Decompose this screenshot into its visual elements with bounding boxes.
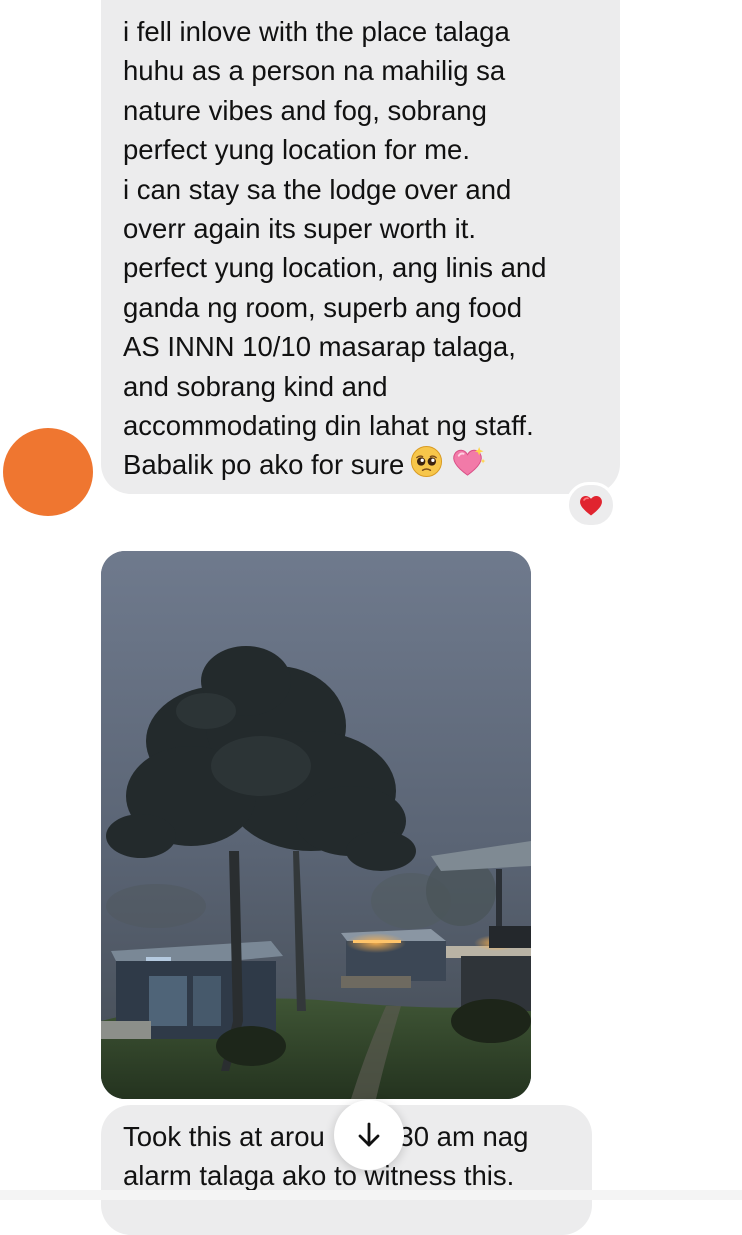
message-line: i can stay sa the lodge over and xyxy=(123,173,512,205)
message-line: ganda ng room, superb ang food xyxy=(123,291,523,323)
sparkling-heart-icon xyxy=(449,445,486,488)
pleading-face-icon xyxy=(410,445,443,488)
message-line: huhu as a person na mahilig sa xyxy=(123,55,506,87)
message-line: perfect yung location, ang linis and xyxy=(123,252,547,284)
message-line-1-start: Took this at arou xyxy=(123,1121,325,1152)
message-line-1-end: :30 am nag xyxy=(390,1121,529,1152)
message-line-last: Babalik po ako for sure xyxy=(123,445,610,488)
received-message-bubble[interactable]: i fell inlove with the place talaga huhu… xyxy=(101,0,620,494)
message-line: AS INNN 10/10 masarap talaga, xyxy=(123,331,516,363)
heart-icon xyxy=(580,495,602,516)
shared-photo[interactable] xyxy=(101,551,531,1099)
message-line: perfect yung location for me. xyxy=(123,134,470,166)
sender-avatar[interactable] xyxy=(3,428,93,516)
message-line: accommodating din lahat ng staff. xyxy=(123,410,534,442)
message-line-text: Babalik po ako for sure xyxy=(123,449,405,481)
foggy-lodge-photo xyxy=(101,551,531,1099)
message-line: nature vibes and fog, sobrang xyxy=(123,94,487,126)
heart-reaction[interactable] xyxy=(566,482,616,528)
scroll-to-bottom-button[interactable] xyxy=(334,1100,404,1170)
arrow-down-icon xyxy=(358,1122,380,1147)
message-line: overr again its super worth it. xyxy=(123,213,477,245)
message-line: and sobrang kind and xyxy=(123,370,388,402)
message-line: i fell inlove with the place talaga xyxy=(123,16,510,47)
composer-edge xyxy=(0,1190,742,1200)
